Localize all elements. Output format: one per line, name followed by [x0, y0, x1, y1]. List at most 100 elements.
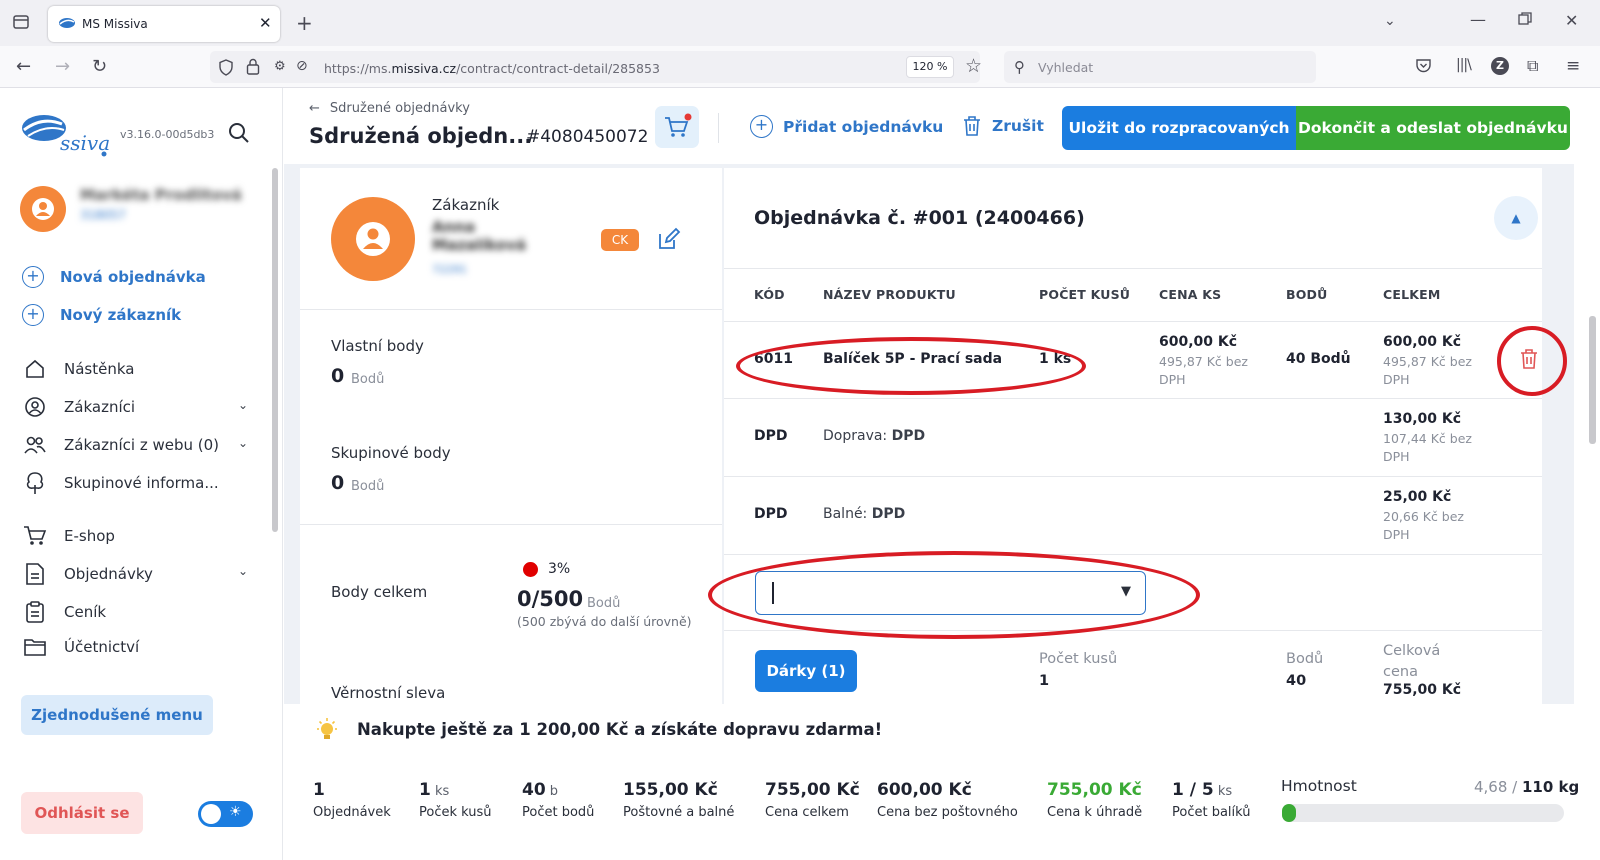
- shield-icon[interactable]: [218, 59, 234, 76]
- row-total-net: 495,87 Kč bez DPH: [1383, 354, 1472, 387]
- menu-icon[interactable]: ≡: [1566, 56, 1580, 76]
- sidebar-item-orders[interactable]: Objednávky: [22, 562, 153, 586]
- lock-icon[interactable]: [246, 58, 260, 75]
- window-close-icon[interactable]: ✕: [1565, 11, 1578, 30]
- sidebar-item-pricelist[interactable]: Ceník: [22, 600, 106, 624]
- product-points: 40 Bodů: [1286, 351, 1351, 367]
- home-icon: [22, 358, 48, 380]
- pocket-icon[interactable]: [1415, 58, 1432, 74]
- summary-total-label: Celková cena: [1383, 643, 1441, 680]
- packing-total: 25,00 Kč: [1383, 489, 1452, 505]
- bookmark-star-icon[interactable]: ☆: [965, 55, 982, 77]
- document-icon: [22, 562, 48, 586]
- stat-value: 1 / 5 ks: [1172, 780, 1233, 800]
- divider: [724, 398, 1542, 399]
- new-customer-link[interactable]: + Nový zákazník: [22, 304, 181, 326]
- sidebar-item-dashboard[interactable]: Nástěnka: [22, 358, 134, 380]
- summary-qty-label: Počet kusů: [1039, 651, 1118, 667]
- cart-button[interactable]: [655, 106, 699, 148]
- chevron-down-icon[interactable]: ⌄: [238, 564, 248, 578]
- summary-points: 40: [1286, 673, 1307, 689]
- account-icon[interactable]: Z: [1491, 57, 1509, 75]
- column-header: CELKEM: [1383, 287, 1441, 302]
- divider: [300, 524, 722, 525]
- cart-icon: [22, 525, 48, 547]
- url-text[interactable]: https://ms.missiva.cz/contract/contract-…: [324, 61, 660, 76]
- browser-search-input[interactable]: Vyhledat: [1004, 51, 1316, 83]
- logout-button[interactable]: Odhlásit se: [21, 792, 143, 834]
- summary-points-label: Bodů: [1286, 651, 1324, 667]
- divider: [300, 309, 722, 310]
- chevron-down-icon[interactable]: ⌄: [238, 398, 248, 412]
- plus-circle-icon: +: [750, 115, 773, 138]
- add-order-button[interactable]: + Přidat objednávku: [750, 115, 943, 138]
- library-icon[interactable]: |||\: [1456, 57, 1472, 73]
- total-points-value: 0/500: [517, 587, 584, 611]
- sidebar-item-eshop[interactable]: E-shop: [22, 525, 115, 547]
- back-link[interactable]: ← Sdružené objednávky: [309, 101, 470, 116]
- save-draft-button[interactable]: Uložit do rozpracovaných: [1062, 106, 1296, 150]
- toggle-knob: [201, 804, 221, 824]
- customer-badge: CK: [601, 229, 639, 251]
- sidebar-scrollbar[interactable]: [272, 168, 278, 532]
- sidebar-item-group-info[interactable]: Skupinové informa...: [22, 471, 219, 495]
- group-points-label: Skupinové body: [331, 444, 451, 462]
- new-tab-icon[interactable]: +: [296, 11, 313, 35]
- folder-icon: [22, 637, 48, 657]
- order-number: #4080450072: [526, 127, 649, 147]
- sidebar-search-icon[interactable]: [228, 122, 250, 144]
- forward-icon[interactable]: →: [55, 56, 70, 77]
- reload-icon[interactable]: ↻: [92, 56, 107, 77]
- order-title: Objednávka č. #001 (2400466): [754, 207, 1085, 229]
- packing-code: DPD: [754, 506, 788, 522]
- shipping-method: Doprava: DPD: [823, 428, 926, 444]
- missiva-logo: ssiva: [20, 110, 110, 158]
- extensions-icon[interactable]: ⧉: [1527, 56, 1538, 76]
- new-order-link[interactable]: + Nová objednávka: [22, 266, 206, 288]
- arrow-left-icon: ←: [309, 101, 320, 116]
- chevron-down-icon[interactable]: ⌄: [238, 436, 248, 450]
- unit-price-net: 495,87 Kč bez DPH: [1159, 354, 1248, 387]
- shipping-total-net: 107,44 Kč bez DPH: [1383, 431, 1472, 464]
- divider: [724, 476, 1542, 477]
- tree-icon: [22, 471, 48, 495]
- weight-progress-bar: [1282, 804, 1564, 822]
- finish-order-button[interactable]: Dokončit a odeslat objednávku: [1296, 106, 1570, 150]
- simplified-menu-button[interactable]: Zjednodušené menu: [21, 695, 213, 735]
- user-name: Markéta Prodlitová: [80, 186, 242, 204]
- shipping-code: DPD: [754, 428, 788, 444]
- tab-title: MS Missiva: [82, 17, 148, 31]
- edit-icon[interactable]: [657, 227, 681, 251]
- gifts-button[interactable]: Dárky (1): [755, 650, 857, 692]
- cancel-button[interactable]: Zrušit: [962, 115, 1044, 137]
- sidebar-item-accounting[interactable]: Účetnictví: [22, 637, 139, 657]
- tab-close-icon[interactable]: ✕: [259, 14, 272, 32]
- permissions-icon[interactable]: ⚙: [274, 59, 286, 74]
- sidebar-item-customers[interactable]: Zákazníci: [22, 396, 135, 418]
- column-header: POČET KUSŮ: [1039, 287, 1131, 302]
- svg-text:ssiva: ssiva: [60, 131, 110, 155]
- collapse-up-icon[interactable]: ▲: [1494, 196, 1538, 240]
- browser-tab[interactable]: MS Missiva: [48, 6, 280, 42]
- tab-list-icon[interactable]: [12, 13, 30, 31]
- annotation-oval: [1497, 326, 1567, 396]
- stat-label: Cena celkem: [765, 805, 849, 820]
- total-points-label: Body celkem: [331, 583, 428, 601]
- page-scrollbar[interactable]: [1589, 316, 1596, 444]
- summary-total: 755,00 Kč: [1383, 682, 1462, 698]
- minimize-icon[interactable]: —: [1470, 10, 1486, 29]
- weight-progress-fill: [1282, 804, 1297, 822]
- user-avatar[interactable]: [20, 186, 66, 232]
- tracking-off-icon[interactable]: ⊘: [296, 58, 308, 74]
- theme-toggle[interactable]: ☀: [198, 801, 253, 827]
- back-icon[interactable]: ←: [16, 56, 31, 77]
- tabs-dropdown-icon[interactable]: ⌄: [1384, 13, 1396, 29]
- stat-label: Objednávek: [313, 805, 391, 820]
- zoom-level[interactable]: 120 %: [906, 56, 954, 78]
- restore-icon[interactable]: [1518, 12, 1532, 26]
- shipping-total: 130,00 Kč: [1383, 411, 1462, 427]
- clipboard-icon: [22, 600, 48, 624]
- unit-price: 600,00 Kč: [1159, 334, 1238, 350]
- stat-value: 155,00 Kč: [623, 780, 718, 800]
- sidebar-item-web-customers[interactable]: Zákazníci z webu (0): [22, 434, 219, 456]
